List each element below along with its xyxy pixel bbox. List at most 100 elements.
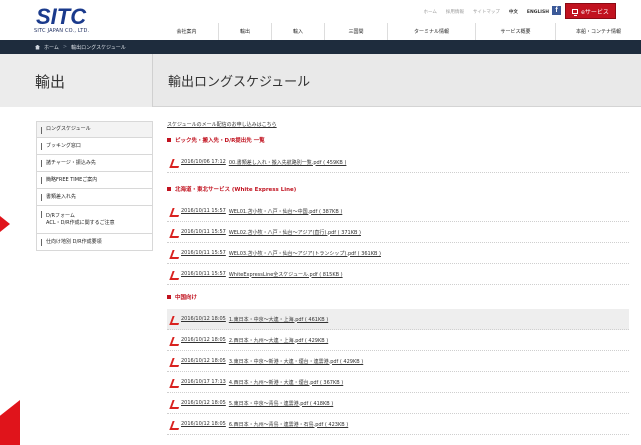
bullet-bar <box>41 211 42 218</box>
pdf-icon <box>171 379 178 386</box>
pdf-file-link[interactable]: WhiteExpressLine全スケジュール.pdf ( 815KB ) <box>229 271 343 278</box>
pdf-file-link[interactable]: 4.西日本・九州〜新港・大連・煙台.pdf ( 367KB ) <box>229 379 343 386</box>
breadcrumb: ホーム > 輸出ロングスケジュール <box>0 40 641 54</box>
pdf-file-link[interactable]: 5.東日本・中京〜青島・連雲港.pdf ( 418KB ) <box>229 400 333 407</box>
pdf-icon <box>171 208 178 215</box>
pdf-row[interactable]: 2016/10/12 18:05 5.東日本・中京〜青島・連雲港.pdf ( 41… <box>167 393 629 414</box>
pdf-date: 2016/10/12 18:05 <box>181 358 226 364</box>
pdf-row[interactable]: 2016/10/06 17:12 00.書類差し入れ・搬入先航路別一覧.pdf (… <box>167 152 629 173</box>
pdf-icon <box>171 250 178 257</box>
pdf-file-link[interactable]: 3.東日本・中京〜新港・大連・煙台・連雲港.pdf ( 429KB ) <box>229 358 363 365</box>
sidebar-item-dr-guide[interactable]: 仕向け地別 D/R作成要領 <box>36 234 153 251</box>
pdf-date: 2016/10/11 15:57 <box>181 250 226 256</box>
section-heading: ピック先・搬入先・D/R提出先 一覧 <box>167 134 629 146</box>
pdf-date: 2016/10/11 15:57 <box>181 229 226 235</box>
bullet-bar <box>41 127 42 134</box>
pdf-row[interactable]: 2016/10/11 15:57 WEL03.苫小牧・八戸・仙台〜アジア(トランシ… <box>167 243 629 264</box>
pdf-row[interactable]: 2016/10/12 18:05 1.東日本・中京〜大連・上海.pdf ( 461… <box>167 309 629 330</box>
section-heading: 中国向け <box>167 291 629 303</box>
nav-crosstrade[interactable]: 三国間 <box>324 23 387 40</box>
sidebar-item-label: 書類差入れ先 <box>46 193 77 200</box>
pdf-file-link[interactable]: WEL03.苫小牧・八戸・仙台〜アジア(トランシップ).pdf ( 361KB … <box>229 250 381 257</box>
nav-vessel[interactable]: 本船・コンテナ情報 <box>555 23 641 40</box>
red-arrow-marker <box>0 216 10 232</box>
pdf-date: 2016/10/12 18:05 <box>181 337 226 343</box>
global-nav: 会社案内 輸出 輸入 三国間 ターミナル情報 サービス概要 本船・コンテナ情報 <box>155 23 641 40</box>
sidebar-item-booking[interactable]: ブッキング窓口 <box>36 138 153 155</box>
pdf-icon <box>171 159 178 166</box>
facebook-icon[interactable]: f <box>552 6 561 15</box>
pdf-date: 2016/10/17 17:13 <box>181 379 226 385</box>
nav-import[interactable]: 輸入 <box>271 23 324 40</box>
sidebar-item-label: 諸チャージ・振込み先 <box>46 159 96 166</box>
sidebar-item-charges[interactable]: 諸チャージ・振込み先 <box>36 155 153 172</box>
sidebar-item-dr-form[interactable]: D/Rフォーム ACL・D/R作成に関するご注意 <box>36 206 153 234</box>
nav-company[interactable]: 会社案内 <box>155 23 218 40</box>
breadcrumb-home[interactable]: ホーム <box>44 44 59 51</box>
pdf-row[interactable]: 2016/10/11 15:57 WEL02.苫小牧・八戸・仙台〜アジア(直行).… <box>167 222 629 243</box>
sidebar-item-long-schedule[interactable]: ロングスケジュール <box>36 121 153 138</box>
pdf-date: 2016/10/12 18:05 <box>181 400 226 406</box>
sidebar-item-label: ロングスケジュール <box>46 126 91 132</box>
pdf-row[interactable]: 2016/10/12 18:05 6.西日本・九州〜青島・連雲港・石島.pdf (… <box>167 414 629 435</box>
pdf-icon <box>171 229 178 236</box>
pdf-file-link[interactable]: 6.西日本・九州〜青島・連雲港・石島.pdf ( 423KB ) <box>229 421 348 428</box>
pdf-row[interactable]: 2016/10/12 18:05 3.東日本・中京〜新港・大連・煙台・連雲港.pd… <box>167 351 629 372</box>
util-link-home[interactable]: ホーム <box>424 9 437 15</box>
pdf-date: 2016/10/12 18:05 <box>181 316 226 322</box>
pdf-icon <box>171 271 178 278</box>
pdf-row[interactable]: 2016/10/11 15:57 WEL01.苫小牧・八戸・仙台〜中国.pdf (… <box>167 201 629 222</box>
pdf-row[interactable]: 2016/10/11 15:57 WhiteExpressLine全スケジュール.… <box>167 264 629 285</box>
sidebar-item-documents[interactable]: 書類差入れ先 <box>36 189 153 206</box>
pdf-file-link[interactable]: WEL01.苫小牧・八戸・仙台〜中国.pdf ( 387KB ) <box>229 208 342 215</box>
pdf-file-link[interactable]: 00.書類差し入れ・搬入先航路別一覧.pdf ( 459KB ) <box>229 159 347 166</box>
bullet-bar <box>41 177 42 184</box>
nav-terminal[interactable]: ターミナル情報 <box>387 23 475 40</box>
pdf-icon <box>171 358 178 365</box>
util-link-sitemap[interactable]: サイトマップ <box>473 9 500 15</box>
sidebar-item-label: D/Rフォーム ACL・D/R作成に関するご注意 <box>46 212 115 226</box>
sidebar-item-label: 仕向け地別 D/R作成要領 <box>46 238 102 245</box>
pdf-date: 2016/10/12 18:05 <box>181 421 226 427</box>
section-title-box: 輸出 <box>0 54 153 107</box>
bullet-bar <box>41 194 42 201</box>
pdf-row[interactable]: 2016/10/12 18:05 2.西日本・九州〜大連・上海.pdf ( 429… <box>167 330 629 351</box>
section-heading: 北海道・東北サービス (White Express Line) <box>167 183 629 195</box>
title-band: 輸出 輸出ロングスケジュール <box>0 54 641 107</box>
util-link-recruit[interactable]: 採用情報 <box>446 9 464 15</box>
logo-text: SITC <box>36 6 87 28</box>
monitor-icon <box>572 8 579 16</box>
bullet-bar <box>41 143 42 150</box>
sidebar-menu: ロングスケジュール ブッキング窓口 諸チャージ・振込み先 簡略FREE TIME… <box>36 121 153 251</box>
eservice-label: eサービス <box>581 8 609 16</box>
page-title: 輸出ロングスケジュール <box>168 75 311 90</box>
section-title: 北海道・東北サービス (White Express Line) <box>175 187 297 193</box>
section-title: 輸出 <box>35 73 66 91</box>
pdf-icon <box>171 400 178 407</box>
util-link-english[interactable]: ENGLISH <box>527 10 549 15</box>
bullet-bar <box>41 239 42 246</box>
sidebar-item-freetime[interactable]: 簡略FREE TIMEご案内 <box>36 172 153 189</box>
pdf-file-link[interactable]: WEL02.苫小牧・八戸・仙台〜アジア(直行).pdf ( 371KB ) <box>229 229 361 236</box>
schedule-content: スケジュールのメール配信のお申し込みはこちら ピック先・搬入先・D/R提出先 一… <box>167 121 629 435</box>
pdf-row[interactable]: 2016/10/17 17:13 4.西日本・九州〜新港・大連・煙台.pdf ( … <box>167 372 629 393</box>
sidebar-item-label: ブッキング窓口 <box>46 142 81 149</box>
mail-subscribe-link[interactable]: スケジュールのメール配信のお申し込みはこちら <box>167 121 629 128</box>
square-bullet-icon <box>167 295 171 299</box>
pdf-icon <box>171 421 178 428</box>
red-shape-marker <box>0 400 20 445</box>
nav-service[interactable]: サービス概要 <box>475 23 555 40</box>
section-title: 中国向け <box>175 295 198 301</box>
pdf-file-link[interactable]: 1.東日本・中京〜大連・上海.pdf ( 461KB ) <box>229 316 328 323</box>
sitc-logo[interactable]: SITC <box>34 6 104 28</box>
pdf-file-link[interactable]: 2.西日本・九州〜大連・上海.pdf ( 429KB ) <box>229 337 328 344</box>
nav-export[interactable]: 輸出 <box>218 23 271 40</box>
util-link-chinese[interactable]: 中文 <box>509 9 518 15</box>
site-header: SITC SITC JAPAN CO., LTD. ホーム 採用情報 サイトマッ… <box>0 0 641 40</box>
bullet-bar <box>41 160 42 167</box>
company-name: SITC JAPAN CO., LTD. <box>34 28 90 34</box>
square-bullet-icon <box>167 187 171 191</box>
eservice-button[interactable]: eサービス <box>565 3 616 19</box>
pdf-date: 2016/10/11 15:57 <box>181 271 226 277</box>
section-title: ピック先・搬入先・D/R提出先 一覧 <box>175 138 265 144</box>
